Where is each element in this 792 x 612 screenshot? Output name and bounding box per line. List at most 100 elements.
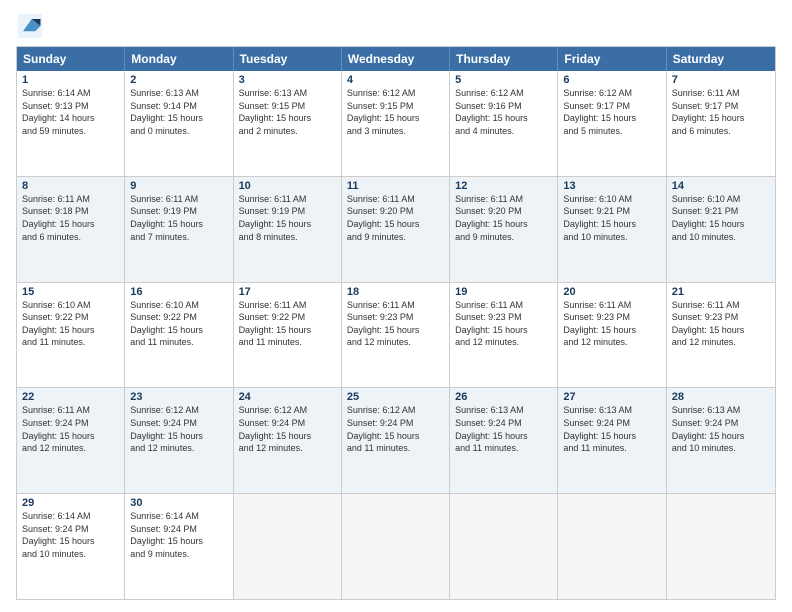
header-cell-thursday: Thursday: [450, 47, 558, 71]
cal-cell: 24Sunrise: 6:12 AM Sunset: 9:24 PM Dayli…: [234, 388, 342, 493]
day-info: Sunrise: 6:11 AM Sunset: 9:24 PM Dayligh…: [22, 404, 119, 454]
day-number: 13: [563, 180, 660, 192]
cal-cell: [342, 494, 450, 599]
day-number: 10: [239, 180, 336, 192]
logo: [16, 12, 48, 40]
cal-cell: [558, 494, 666, 599]
day-info: Sunrise: 6:13 AM Sunset: 9:24 PM Dayligh…: [672, 404, 770, 454]
day-number: 20: [563, 286, 660, 298]
day-info: Sunrise: 6:10 AM Sunset: 9:21 PM Dayligh…: [672, 193, 770, 243]
cal-cell: 6Sunrise: 6:12 AM Sunset: 9:17 PM Daylig…: [558, 71, 666, 176]
day-number: 17: [239, 286, 336, 298]
cal-cell: 16Sunrise: 6:10 AM Sunset: 9:22 PM Dayli…: [125, 283, 233, 388]
calendar-header: SundayMondayTuesdayWednesdayThursdayFrid…: [17, 47, 775, 71]
day-number: 9: [130, 180, 227, 192]
day-info: Sunrise: 6:11 AM Sunset: 9:23 PM Dayligh…: [347, 299, 444, 349]
cal-cell: 29Sunrise: 6:14 AM Sunset: 9:24 PM Dayli…: [17, 494, 125, 599]
cal-cell: 17Sunrise: 6:11 AM Sunset: 9:22 PM Dayli…: [234, 283, 342, 388]
cal-cell: 7Sunrise: 6:11 AM Sunset: 9:17 PM Daylig…: [667, 71, 775, 176]
calendar: SundayMondayTuesdayWednesdayThursdayFrid…: [16, 46, 776, 600]
day-number: 26: [455, 391, 552, 403]
day-info: Sunrise: 6:14 AM Sunset: 9:24 PM Dayligh…: [130, 510, 227, 560]
day-number: 12: [455, 180, 552, 192]
cal-cell: [234, 494, 342, 599]
cal-cell: 22Sunrise: 6:11 AM Sunset: 9:24 PM Dayli…: [17, 388, 125, 493]
day-info: Sunrise: 6:13 AM Sunset: 9:24 PM Dayligh…: [455, 404, 552, 454]
cal-cell: 18Sunrise: 6:11 AM Sunset: 9:23 PM Dayli…: [342, 283, 450, 388]
day-info: Sunrise: 6:11 AM Sunset: 9:23 PM Dayligh…: [455, 299, 552, 349]
day-number: 4: [347, 74, 444, 86]
cal-cell: 8Sunrise: 6:11 AM Sunset: 9:18 PM Daylig…: [17, 177, 125, 282]
day-info: Sunrise: 6:11 AM Sunset: 9:18 PM Dayligh…: [22, 193, 119, 243]
day-info: Sunrise: 6:10 AM Sunset: 9:22 PM Dayligh…: [22, 299, 119, 349]
day-info: Sunrise: 6:11 AM Sunset: 9:19 PM Dayligh…: [239, 193, 336, 243]
day-info: Sunrise: 6:12 AM Sunset: 9:17 PM Dayligh…: [563, 87, 660, 137]
calendar-body: 1Sunrise: 6:14 AM Sunset: 9:13 PM Daylig…: [17, 71, 775, 599]
header-cell-wednesday: Wednesday: [342, 47, 450, 71]
day-number: 3: [239, 74, 336, 86]
day-number: 29: [22, 497, 119, 509]
header-cell-saturday: Saturday: [667, 47, 775, 71]
header-cell-monday: Monday: [125, 47, 233, 71]
day-info: Sunrise: 6:13 AM Sunset: 9:24 PM Dayligh…: [563, 404, 660, 454]
day-info: Sunrise: 6:12 AM Sunset: 9:24 PM Dayligh…: [347, 404, 444, 454]
cal-cell: 14Sunrise: 6:10 AM Sunset: 9:21 PM Dayli…: [667, 177, 775, 282]
day-number: 28: [672, 391, 770, 403]
day-info: Sunrise: 6:13 AM Sunset: 9:15 PM Dayligh…: [239, 87, 336, 137]
day-info: Sunrise: 6:12 AM Sunset: 9:15 PM Dayligh…: [347, 87, 444, 137]
day-info: Sunrise: 6:12 AM Sunset: 9:16 PM Dayligh…: [455, 87, 552, 137]
cal-cell: 25Sunrise: 6:12 AM Sunset: 9:24 PM Dayli…: [342, 388, 450, 493]
cal-cell: 15Sunrise: 6:10 AM Sunset: 9:22 PM Dayli…: [17, 283, 125, 388]
day-info: Sunrise: 6:14 AM Sunset: 9:24 PM Dayligh…: [22, 510, 119, 560]
day-number: 24: [239, 391, 336, 403]
day-number: 30: [130, 497, 227, 509]
day-number: 16: [130, 286, 227, 298]
cal-cell: 26Sunrise: 6:13 AM Sunset: 9:24 PM Dayli…: [450, 388, 558, 493]
day-number: 21: [672, 286, 770, 298]
header-cell-sunday: Sunday: [17, 47, 125, 71]
day-number: 11: [347, 180, 444, 192]
calendar-row-2: 8Sunrise: 6:11 AM Sunset: 9:18 PM Daylig…: [17, 176, 775, 282]
day-number: 22: [22, 391, 119, 403]
header-cell-tuesday: Tuesday: [234, 47, 342, 71]
cal-cell: 10Sunrise: 6:11 AM Sunset: 9:19 PM Dayli…: [234, 177, 342, 282]
cal-cell: 28Sunrise: 6:13 AM Sunset: 9:24 PM Dayli…: [667, 388, 775, 493]
day-number: 1: [22, 74, 119, 86]
day-number: 5: [455, 74, 552, 86]
day-info: Sunrise: 6:13 AM Sunset: 9:14 PM Dayligh…: [130, 87, 227, 137]
cal-cell: 2Sunrise: 6:13 AM Sunset: 9:14 PM Daylig…: [125, 71, 233, 176]
cal-cell: 23Sunrise: 6:12 AM Sunset: 9:24 PM Dayli…: [125, 388, 233, 493]
day-info: Sunrise: 6:11 AM Sunset: 9:19 PM Dayligh…: [130, 193, 227, 243]
cal-cell: 5Sunrise: 6:12 AM Sunset: 9:16 PM Daylig…: [450, 71, 558, 176]
day-info: Sunrise: 6:10 AM Sunset: 9:21 PM Dayligh…: [563, 193, 660, 243]
day-number: 2: [130, 74, 227, 86]
cal-cell: 21Sunrise: 6:11 AM Sunset: 9:23 PM Dayli…: [667, 283, 775, 388]
day-number: 6: [563, 74, 660, 86]
day-info: Sunrise: 6:11 AM Sunset: 9:20 PM Dayligh…: [347, 193, 444, 243]
cal-cell: 19Sunrise: 6:11 AM Sunset: 9:23 PM Dayli…: [450, 283, 558, 388]
cal-cell: 4Sunrise: 6:12 AM Sunset: 9:15 PM Daylig…: [342, 71, 450, 176]
cal-cell: 3Sunrise: 6:13 AM Sunset: 9:15 PM Daylig…: [234, 71, 342, 176]
calendar-row-5: 29Sunrise: 6:14 AM Sunset: 9:24 PM Dayli…: [17, 493, 775, 599]
day-info: Sunrise: 6:11 AM Sunset: 9:22 PM Dayligh…: [239, 299, 336, 349]
day-info: Sunrise: 6:10 AM Sunset: 9:22 PM Dayligh…: [130, 299, 227, 349]
cal-cell: 1Sunrise: 6:14 AM Sunset: 9:13 PM Daylig…: [17, 71, 125, 176]
cal-cell: 30Sunrise: 6:14 AM Sunset: 9:24 PM Dayli…: [125, 494, 233, 599]
day-info: Sunrise: 6:12 AM Sunset: 9:24 PM Dayligh…: [239, 404, 336, 454]
day-number: 25: [347, 391, 444, 403]
day-number: 14: [672, 180, 770, 192]
day-info: Sunrise: 6:12 AM Sunset: 9:24 PM Dayligh…: [130, 404, 227, 454]
cal-cell: 9Sunrise: 6:11 AM Sunset: 9:19 PM Daylig…: [125, 177, 233, 282]
day-number: 27: [563, 391, 660, 403]
cal-cell: 12Sunrise: 6:11 AM Sunset: 9:20 PM Dayli…: [450, 177, 558, 282]
header: [16, 12, 776, 40]
calendar-row-1: 1Sunrise: 6:14 AM Sunset: 9:13 PM Daylig…: [17, 71, 775, 176]
day-info: Sunrise: 6:11 AM Sunset: 9:23 PM Dayligh…: [563, 299, 660, 349]
cal-cell: 13Sunrise: 6:10 AM Sunset: 9:21 PM Dayli…: [558, 177, 666, 282]
day-number: 23: [130, 391, 227, 403]
day-number: 18: [347, 286, 444, 298]
page: SundayMondayTuesdayWednesdayThursdayFrid…: [0, 0, 792, 612]
day-number: 15: [22, 286, 119, 298]
cal-cell: [450, 494, 558, 599]
calendar-row-4: 22Sunrise: 6:11 AM Sunset: 9:24 PM Dayli…: [17, 387, 775, 493]
